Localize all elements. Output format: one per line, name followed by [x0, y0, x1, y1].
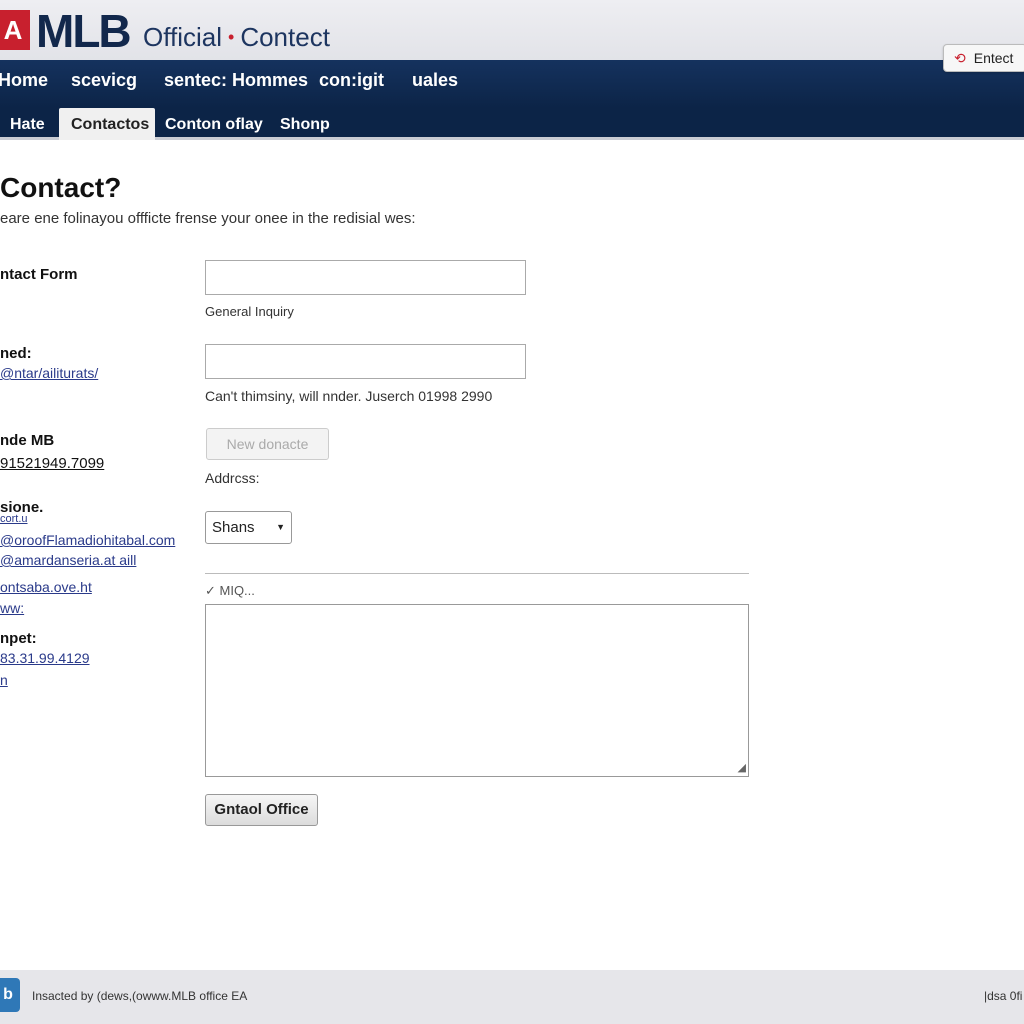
nav-item-4[interactable]: con:igit	[319, 70, 384, 91]
site-header: A MLB Official • Contect	[0, 0, 1024, 60]
nav-item-2[interactable]: scevicg	[71, 70, 137, 91]
link-5[interactable]: ww:	[0, 600, 24, 616]
ned-link[interactable]: @ntar/ailiturats/	[0, 365, 98, 381]
site-title: Official • Contect	[143, 22, 330, 53]
footer-text: Insacted by (dews,(owww.MLB office EA	[32, 989, 248, 1003]
nav-item-home[interactable]: Home	[0, 70, 48, 91]
npet-label: npet:	[0, 630, 37, 647]
tab-hate[interactable]: Hate	[0, 108, 57, 140]
field-2-note: Can't thimsiny, will nnder. Juserch 0199…	[205, 388, 493, 404]
submit-button[interactable]: Gntaol Office	[205, 794, 318, 826]
mb-label: nde MB	[0, 432, 55, 449]
new-donacte-button[interactable]: New donacte	[206, 428, 329, 460]
sione-link-2[interactable]: @oroofFlamadiohitabal.com	[0, 532, 175, 548]
address-label: Addrcss:	[205, 470, 260, 486]
select-value: Shans	[212, 519, 255, 536]
nav-item-3[interactable]: sentec: Hommes	[164, 70, 308, 91]
app-icon[interactable]: b	[0, 978, 20, 1012]
main-nav: Home scevicg sentec: Hommes con:igit ual…	[0, 60, 1024, 108]
title-right: Contect	[240, 22, 330, 52]
sub-nav: Hate Contactos Conton oflay Shonp	[0, 108, 1024, 140]
field-1-note: General Inquiry	[205, 304, 294, 319]
tab-contactos[interactable]: Contactos	[59, 108, 155, 140]
footer-right-text: |dsa 0fi	[984, 989, 1023, 1003]
field-1-input[interactable]	[205, 260, 526, 295]
page-title: Contact?	[0, 172, 122, 203]
footer: b Insacted by (dews,(owww.MLB office EA …	[0, 970, 1024, 1024]
refresh-arrow-icon: ⟲	[954, 50, 966, 66]
link-4[interactable]: ontsaba.ove.ht	[0, 579, 92, 595]
sione-link-1[interactable]: cort.u	[0, 513, 28, 525]
mb-phone-link[interactable]: 91521949.7099	[0, 455, 104, 472]
enter-button[interactable]: ⟲ Entect	[943, 44, 1024, 72]
mlb-logo[interactable]: MLB	[36, 4, 132, 58]
contact-form-label: ntact Form	[0, 266, 78, 283]
title-left: Official	[143, 22, 222, 52]
tab-conton-oflay[interactable]: Conton oflay	[153, 108, 275, 140]
resize-grip-icon[interactable]: ◢	[738, 761, 746, 774]
intro-text: eare ene folinayou offficte frense your …	[0, 210, 416, 227]
select-dropdown[interactable]: Shans ▼	[205, 511, 292, 544]
title-separator: •	[228, 27, 235, 47]
message-textarea[interactable]: ◢	[205, 604, 749, 777]
divider	[205, 573, 749, 574]
mlb-logo-icon[interactable]: A	[0, 10, 30, 50]
tab-shop[interactable]: Shonp	[268, 108, 342, 140]
field-2-input[interactable]	[205, 344, 526, 379]
nav-item-5[interactable]: uales	[412, 70, 458, 91]
npet-link-2[interactable]: n	[0, 672, 8, 688]
npet-link[interactable]: 83.31.99.4129	[0, 650, 90, 666]
check-label[interactable]: ✓ MIQ...	[205, 583, 255, 599]
ned-label: ned:	[0, 345, 32, 362]
enter-label: Entect	[973, 50, 1014, 66]
chevron-down-icon: ▼	[276, 522, 285, 532]
sione-link-3[interactable]: @amardanseria.at aill	[0, 552, 136, 568]
